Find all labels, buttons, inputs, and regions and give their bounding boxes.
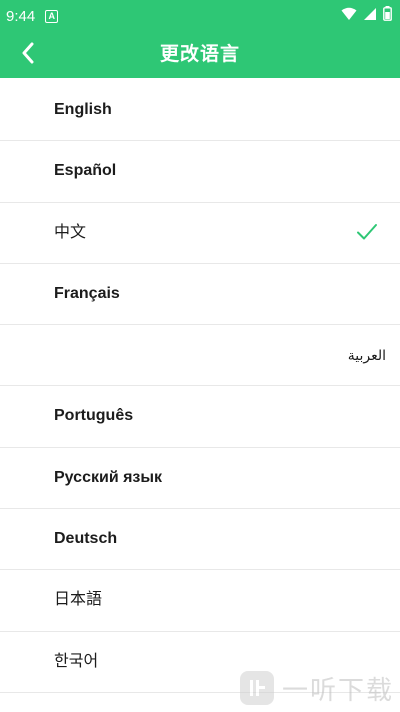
- language-list: English Español 中文 Français العربية Port…: [0, 80, 400, 693]
- app-bar: 更改语言: [0, 32, 400, 78]
- language-label: Español: [54, 162, 117, 180]
- signal-icon: [363, 7, 377, 26]
- watermark-text: 一听下载: [281, 674, 394, 705]
- status-bar: 9:44 A: [0, 0, 400, 32]
- language-label: Русский язык: [54, 468, 163, 486]
- status-icons: [341, 0, 392, 32]
- wifi-icon: [341, 7, 357, 26]
- language-item-russian[interactable]: Русский язык: [0, 448, 400, 510]
- page-title: 更改语言: [159, 44, 240, 65]
- language-item-japanese[interactable]: 日本語: [0, 570, 400, 632]
- watermark-logo-icon: [239, 671, 274, 705]
- checkmark-icon: [356, 222, 378, 247]
- watermark: 一听下载: [239, 670, 394, 706]
- status-time: 9:44: [6, 7, 36, 25]
- language-label: 中文: [54, 223, 87, 241]
- language-label: 한국어: [54, 652, 99, 670]
- language-item-spanish[interactable]: Español: [0, 141, 400, 203]
- language-item-french[interactable]: Français: [0, 264, 400, 326]
- battery-icon: [383, 6, 392, 26]
- language-label: Français: [54, 284, 120, 302]
- language-label: Português: [54, 407, 134, 425]
- language-label: English: [54, 101, 112, 118]
- language-item-portuguese[interactable]: Português: [0, 386, 400, 448]
- language-item-arabic[interactable]: العربية: [0, 325, 400, 387]
- language-item-english[interactable]: English: [0, 80, 400, 142]
- language-label: Deutsch: [54, 530, 118, 548]
- language-label: 日本語: [54, 591, 103, 609]
- language-item-chinese[interactable]: 中文: [0, 203, 400, 264]
- language-label: العربية: [347, 347, 386, 364]
- language-item-german[interactable]: Deutsch: [0, 509, 400, 571]
- notification-icon: A: [45, 9, 59, 23]
